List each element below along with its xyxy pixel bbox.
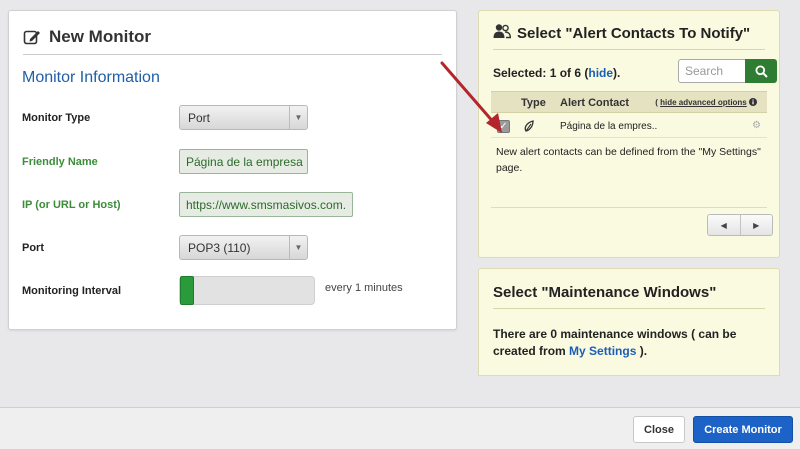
monitor-type-label: Monitor Type — [22, 111, 91, 124]
new-monitor-title: New Monitor — [49, 26, 151, 46]
friendly-name-row: Friendly Name Página de la empresa — [22, 149, 308, 174]
dropdown-arrow-icon: ▼ — [289, 236, 307, 259]
ip-label: IP (or URL or Host) — [22, 198, 121, 211]
interval-slider[interactable] — [179, 276, 315, 305]
monitor-type-value: Port — [188, 110, 211, 125]
edit-icon — [23, 27, 43, 47]
dropdown-arrow-icon: ▼ — [289, 106, 307, 129]
contact-search-input[interactable]: Search — [678, 59, 746, 83]
ip-row: IP (or URL or Host) https://www.smsmasiv… — [22, 192, 353, 217]
hide-link[interactable]: hide — [588, 66, 613, 80]
alert-contacts-header: Select "Alert Contacts To Notify" — [493, 18, 765, 50]
monitor-information-heading: Monitor Information — [22, 69, 160, 86]
contact-row[interactable]: ✓ Página de la empres.. ⚙ — [491, 116, 767, 138]
maintenance-title: Select "Maintenance Windows" — [493, 284, 717, 301]
alert-contacts-note: New alert contacts can be defined from t… — [496, 146, 761, 174]
selected-count: Selected: 1 of 6 (hide). — [493, 66, 620, 80]
divider — [491, 207, 767, 208]
slider-handle[interactable] — [180, 276, 194, 305]
maintenance-header: Select "Maintenance Windows" — [493, 277, 765, 309]
friendly-name-input[interactable]: Página de la empresa — [179, 149, 308, 174]
my-settings-link[interactable]: My Settings — [569, 344, 636, 358]
port-value: POP3 (110) — [188, 240, 251, 255]
type-column-header: Type — [521, 97, 546, 109]
port-row: Port POP3 (110) ▼ — [22, 235, 308, 260]
friendly-name-label: Friendly Name — [22, 155, 98, 168]
new-monitor-header: New Monitor — [23, 19, 442, 55]
info-icon — [749, 98, 757, 106]
monitor-type-row: Monitor Type Port ▼ — [22, 105, 308, 130]
advanced-options-toggle[interactable]: ( hide advanced options — [655, 98, 757, 107]
hide-advanced-options-link[interactable]: hide advanced options — [660, 98, 747, 107]
search-icon — [755, 65, 768, 78]
monitor-type-select[interactable]: Port ▼ — [179, 105, 308, 130]
previous-page-button[interactable]: ◀ — [708, 215, 741, 235]
next-page-button[interactable]: ▶ — [741, 215, 773, 235]
users-icon — [493, 23, 512, 44]
port-label: Port — [22, 241, 44, 254]
modal-footer: Close Create Monitor — [0, 407, 800, 449]
new-monitor-panel: New Monitor Monitor Information Monitor … — [8, 10, 457, 330]
maintenance-text-suffix: ). — [636, 344, 648, 358]
maintenance-windows-panel: Select "Maintenance Windows" There are 0… — [478, 268, 780, 376]
contact-name: Página de la empres.. — [560, 121, 658, 132]
port-select[interactable]: POP3 (110) ▼ — [179, 235, 308, 260]
contacts-table-header: Type Alert Contact ( hide advanced optio… — [491, 91, 767, 113]
alert-contacts-title: Select "Alert Contacts To Notify" — [517, 25, 751, 42]
selected-prefix: Selected: 1 of 6 ( — [493, 66, 589, 80]
pagination: ◀ ▶ — [707, 214, 773, 236]
contact-type-icon — [523, 119, 535, 135]
alert-contact-column-header: Alert Contact — [560, 97, 630, 109]
ip-input[interactable]: https://www.smsmasivos.com. — [179, 192, 353, 217]
search-button[interactable] — [745, 59, 777, 83]
interval-row: Monitoring Interval every 1 minutes — [22, 276, 403, 305]
maintenance-text: There are 0 maintenance windows ( can be… — [493, 326, 773, 360]
create-monitor-button[interactable]: Create Monitor — [693, 416, 793, 443]
contact-checkbox[interactable]: ✓ — [497, 120, 510, 133]
alert-contacts-panel: Select "Alert Contacts To Notify" Select… — [478, 10, 780, 258]
selected-suffix: ). — [613, 66, 621, 80]
interval-label: Monitoring Interval — [22, 284, 121, 297]
interval-value-text: every 1 minutes — [325, 281, 403, 294]
close-button[interactable]: Close — [633, 416, 685, 443]
gear-icon[interactable]: ⚙ — [752, 120, 761, 131]
